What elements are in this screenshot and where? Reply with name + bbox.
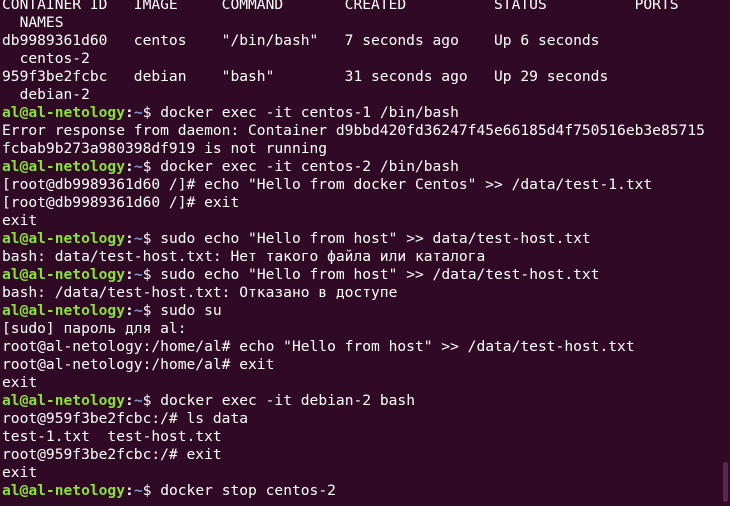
output-line: centos-2 (2, 50, 716, 68)
command-text: docker stop centos-2 (160, 482, 336, 499)
prompt-symbol: $ (142, 302, 161, 319)
output-line: NAMES (2, 14, 716, 32)
output-text: [root@db9989361d60 /]# exit (2, 194, 240, 211)
output-text: [root@db9989361d60 /]# echo "Hello from … (2, 176, 653, 193)
command-text: docker exec -it centos-2 /bin/bash (160, 158, 459, 175)
output-text: db9989361d60 centos "/bin/bash" 7 second… (2, 32, 600, 49)
output-line: exit (2, 464, 716, 482)
prompt-path: ~ (133, 158, 143, 175)
prompt-path: ~ (133, 302, 143, 319)
prompt-user: al@al-netology (2, 266, 126, 283)
prompt-path: ~ (133, 104, 143, 121)
output-line: exit (2, 374, 716, 392)
output-text: test-1.txt test-host.txt (2, 428, 222, 445)
output-line: exit (2, 212, 716, 230)
prompt-user: al@al-netology (2, 158, 126, 175)
output-line: root@al-netology:/home/al# exit (2, 356, 716, 374)
scrollbar-thumb[interactable] (723, 462, 728, 502)
prompt-separator: : (125, 482, 134, 499)
output-line: Error response from daemon: Container d9… (2, 122, 716, 140)
output-text: NAMES (2, 14, 64, 31)
output-text: exit (2, 464, 38, 481)
output-line: fcbab9b273a980398df919 is not running (2, 140, 716, 158)
terminal-window[interactable]: CONTAINER ID IMAGE COMMAND CREATED STATU… (0, 0, 730, 506)
output-text: root@al-netology:/home/al# exit (2, 356, 275, 373)
prompt-user: al@al-netology (2, 230, 126, 247)
output-text: exit (2, 374, 38, 391)
output-line: root@959f3be2fcbc:/# exit (2, 446, 716, 464)
command-text: sudo echo "Hello from host" >> data/test… (160, 230, 591, 247)
prompt-user: al@al-netology (2, 104, 126, 121)
prompt-separator: : (125, 302, 134, 319)
prompt-line: al@al-netology:~$ docker exec -it centos… (2, 158, 716, 176)
prompt-symbol: $ (142, 104, 161, 121)
prompt-separator: : (125, 104, 134, 121)
prompt-line: al@al-netology:~$ docker exec -it debian… (2, 392, 716, 410)
prompt-separator: : (125, 158, 134, 175)
prompt-symbol: $ (142, 158, 161, 175)
prompt-symbol: $ (142, 482, 161, 499)
output-line: root@al-netology:/home/al# echo "Hello f… (2, 338, 716, 356)
prompt-symbol: $ (142, 392, 161, 409)
prompt-line: al@al-netology:~$ docker stop centos-2 (2, 482, 716, 500)
prompt-symbol: $ (142, 230, 161, 247)
output-line: 959f3be2fcbc debian "bash" 31 seconds ag… (2, 68, 716, 86)
output-line: [root@db9989361d60 /]# echo "Hello from … (2, 176, 716, 194)
output-line: debian-2 (2, 86, 716, 104)
output-text: bash: data/test-host.txt: Нет такого фай… (2, 248, 486, 265)
prompt-separator: : (125, 266, 134, 283)
output-text: bash: /data/test-host.txt: Отказано в до… (2, 284, 398, 301)
output-text: Error response from daemon: Container d9… (2, 122, 705, 139)
output-line: test-1.txt test-host.txt (2, 428, 716, 446)
command-text: docker exec -it debian-2 bash (160, 392, 415, 409)
prompt-path: ~ (133, 482, 143, 499)
command-text: docker exec -it centos-1 /bin/bash (160, 104, 459, 121)
prompt-line: al@al-netology:~$ sudo echo "Hello from … (2, 230, 716, 248)
prompt-path: ~ (133, 266, 143, 283)
prompt-path: ~ (133, 230, 143, 247)
output-text: debian-2 (2, 86, 90, 103)
prompt-separator: : (125, 230, 134, 247)
output-line: CONTAINER ID IMAGE COMMAND CREATED STATU… (2, 0, 716, 14)
output-text: fcbab9b273a980398df919 is not running (2, 140, 328, 157)
prompt-user: al@al-netology (2, 302, 126, 319)
prompt-user: al@al-netology (2, 392, 126, 409)
output-text: root@al-netology:/home/al# echo "Hello f… (2, 338, 635, 355)
terminal-output[interactable]: CONTAINER ID IMAGE COMMAND CREATED STATU… (2, 0, 716, 500)
output-line: [root@db9989361d60 /]# exit (2, 194, 716, 212)
output-line: [sudo] пароль для al: (2, 320, 716, 338)
scrollbar[interactable] (722, 0, 730, 506)
output-text: 959f3be2fcbc debian "bash" 31 seconds ag… (2, 68, 609, 85)
prompt-user: al@al-netology (2, 482, 126, 499)
output-text: root@959f3be2fcbc:/# exit (2, 446, 222, 463)
prompt-path: ~ (133, 392, 143, 409)
output-line: db9989361d60 centos "/bin/bash" 7 second… (2, 32, 716, 50)
command-text: sudo echo "Hello from host" >> /data/tes… (160, 266, 600, 283)
prompt-symbol: $ (142, 266, 161, 283)
output-text: [sudo] пароль для al: (2, 320, 187, 337)
prompt-line: al@al-netology:~$ docker exec -it centos… (2, 104, 716, 122)
prompt-line: al@al-netology:~$ sudo echo "Hello from … (2, 266, 716, 284)
prompt-line: al@al-netology:~$ sudo su (2, 302, 716, 320)
output-text: centos-2 (2, 50, 90, 67)
output-text: CONTAINER ID IMAGE COMMAND CREATED STATU… (2, 0, 679, 13)
output-line: bash: data/test-host.txt: Нет такого фай… (2, 248, 716, 266)
output-text: exit (2, 212, 38, 229)
command-text: sudo su (160, 302, 222, 319)
output-line: bash: /data/test-host.txt: Отказано в до… (2, 284, 716, 302)
prompt-separator: : (125, 392, 134, 409)
output-text: root@959f3be2fcbc:/# ls data (2, 410, 249, 427)
output-line: root@959f3be2fcbc:/# ls data (2, 410, 716, 428)
